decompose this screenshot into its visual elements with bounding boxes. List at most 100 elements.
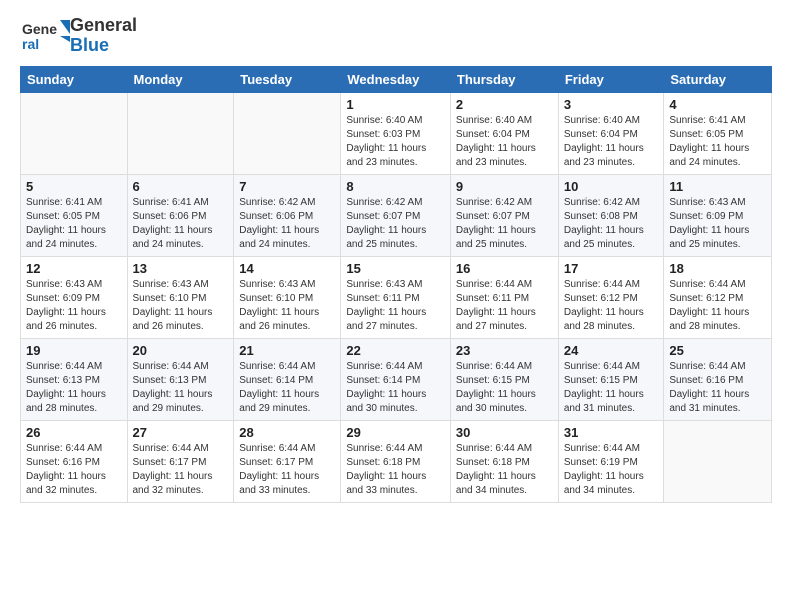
day-num-24: 24 (564, 343, 659, 358)
logo: Gene ral General Blue (20, 16, 137, 56)
day-num-16: 16 (456, 261, 553, 276)
day-num-4: 4 (669, 97, 766, 112)
logo-svg: Gene ral (20, 16, 70, 56)
day-info-8: Sunrise: 6:42 AMSunset: 6:07 PMDaylight:… (346, 196, 445, 252)
day-info-2: Sunrise: 6:40 AMSunset: 6:04 PMDaylight:… (456, 114, 553, 170)
day-info-4: Sunrise: 6:41 AMSunset: 6:05 PMDaylight:… (669, 114, 766, 170)
day-num-1: 1 (346, 97, 445, 112)
day-info-17: Sunrise: 6:44 AMSunset: 6:12 PMDaylight:… (564, 278, 659, 334)
day-num-9: 9 (456, 179, 553, 194)
day-num-19: 19 (26, 343, 122, 358)
day-num-23: 23 (456, 343, 553, 358)
day-num-15: 15 (346, 261, 445, 276)
cell-w0-d4: 2 Sunrise: 6:40 AMSunset: 6:04 PMDaylight… (450, 93, 558, 175)
cell-w2-d4: 16 Sunrise: 6:44 AMSunset: 6:11 PMDayligh… (450, 257, 558, 339)
cell-w4-d3: 29 Sunrise: 6:44 AMSunset: 6:18 PMDayligh… (341, 421, 451, 503)
svg-text:ral: ral (22, 36, 39, 52)
day-num-25: 25 (669, 343, 766, 358)
week-row-4: 26 Sunrise: 6:44 AMSunset: 6:16 PMDayligh… (21, 421, 772, 503)
cell-w1-d5: 10 Sunrise: 6:42 AMSunset: 6:08 PMDayligh… (558, 175, 664, 257)
day-info-5: Sunrise: 6:41 AMSunset: 6:05 PMDaylight:… (26, 196, 122, 252)
cell-w3-d3: 22 Sunrise: 6:44 AMSunset: 6:14 PMDayligh… (341, 339, 451, 421)
day-info-24: Sunrise: 6:44 AMSunset: 6:15 PMDaylight:… (564, 360, 659, 416)
day-num-11: 11 (669, 179, 766, 194)
day-info-15: Sunrise: 6:43 AMSunset: 6:11 PMDaylight:… (346, 278, 445, 334)
week-row-0: 1 Sunrise: 6:40 AMSunset: 6:03 PMDaylight… (21, 93, 772, 175)
cell-w1-d6: 11Sunrise: 6:43 AMSunset: 6:09 PMDayligh… (664, 175, 772, 257)
day-info-27: Sunrise: 6:44 AMSunset: 6:17 PMDaylight:… (133, 442, 229, 498)
cell-w0-d3: 1 Sunrise: 6:40 AMSunset: 6:03 PMDaylight… (341, 93, 451, 175)
day-info-31: Sunrise: 6:44 AMSunset: 6:19 PMDaylight:… (564, 442, 659, 498)
day-num-28: 28 (239, 425, 335, 440)
cell-w2-d0: 12 Sunrise: 6:43 AMSunset: 6:09 PMDayligh… (21, 257, 128, 339)
cell-w2-d6: 18Sunrise: 6:44 AMSunset: 6:12 PMDayligh… (664, 257, 772, 339)
day-num-30: 30 (456, 425, 553, 440)
day-info-14: Sunrise: 6:43 AMSunset: 6:10 PMDaylight:… (239, 278, 335, 334)
day-info-10: Sunrise: 6:42 AMSunset: 6:08 PMDaylight:… (564, 196, 659, 252)
cell-w0-d5: 3 Sunrise: 6:40 AMSunset: 6:04 PMDaylight… (558, 93, 664, 175)
header-sunday: Sunday (21, 67, 128, 93)
day-info-1: Sunrise: 6:40 AMSunset: 6:03 PMDaylight:… (346, 114, 445, 170)
day-info-6: Sunrise: 6:41 AMSunset: 6:06 PMDaylight:… (133, 196, 229, 252)
day-info-3: Sunrise: 6:40 AMSunset: 6:04 PMDaylight:… (564, 114, 659, 170)
cell-w3-d5: 24 Sunrise: 6:44 AMSunset: 6:15 PMDayligh… (558, 339, 664, 421)
day-info-22: Sunrise: 6:44 AMSunset: 6:14 PMDaylight:… (346, 360, 445, 416)
day-info-26: Sunrise: 6:44 AMSunset: 6:16 PMDaylight:… (26, 442, 122, 498)
cell-w2-d2: 14Sunrise: 6:43 AMSunset: 6:10 PMDayligh… (234, 257, 341, 339)
day-num-3: 3 (564, 97, 659, 112)
day-num-17: 17 (564, 261, 659, 276)
day-num-7: 7 (239, 179, 335, 194)
cell-w3-d0: 19 Sunrise: 6:44 AMSunset: 6:13 PMDayligh… (21, 339, 128, 421)
day-num-20: 20 (133, 343, 229, 358)
day-info-21: Sunrise: 6:44 AMSunset: 6:14 PMDaylight:… (239, 360, 335, 416)
day-info-29: Sunrise: 6:44 AMSunset: 6:18 PMDaylight:… (346, 442, 445, 498)
cell-w0-d1 (127, 93, 234, 175)
cell-w2-d5: 17 Sunrise: 6:44 AMSunset: 6:12 PMDayligh… (558, 257, 664, 339)
cell-w1-d0: 5Sunrise: 6:41 AMSunset: 6:05 PMDaylight… (21, 175, 128, 257)
cell-w4-d1: 27 Sunrise: 6:44 AMSunset: 6:17 PMDayligh… (127, 421, 234, 503)
header-wednesday: Wednesday (341, 67, 451, 93)
header-tuesday: Tuesday (234, 67, 341, 93)
day-info-12: Sunrise: 6:43 AMSunset: 6:09 PMDaylight:… (26, 278, 122, 334)
day-num-8: 8 (346, 179, 445, 194)
logo-general-text: General (70, 16, 137, 36)
day-num-29: 29 (346, 425, 445, 440)
page: Gene ral General Blue Sunday Monday Tues… (0, 0, 792, 612)
cell-w4-d6 (664, 421, 772, 503)
week-row-1: 5Sunrise: 6:41 AMSunset: 6:05 PMDaylight… (21, 175, 772, 257)
logo-blue-text: Blue (70, 36, 137, 56)
header-saturday: Saturday (664, 67, 772, 93)
day-info-19: Sunrise: 6:44 AMSunset: 6:13 PMDaylight:… (26, 360, 122, 416)
day-num-13: 13 (133, 261, 229, 276)
cell-w4-d5: 31Sunrise: 6:44 AMSunset: 6:19 PMDayligh… (558, 421, 664, 503)
day-num-18: 18 (669, 261, 766, 276)
day-num-6: 6 (133, 179, 229, 194)
cell-w1-d3: 8 Sunrise: 6:42 AMSunset: 6:07 PMDaylight… (341, 175, 451, 257)
day-num-27: 27 (133, 425, 229, 440)
header-thursday: Thursday (450, 67, 558, 93)
calendar-table: Sunday Monday Tuesday Wednesday Thursday… (20, 66, 772, 503)
cell-w3-d1: 20 Sunrise: 6:44 AMSunset: 6:13 PMDayligh… (127, 339, 234, 421)
day-num-22: 22 (346, 343, 445, 358)
day-num-12: 12 (26, 261, 122, 276)
day-num-2: 2 (456, 97, 553, 112)
svg-text:Gene: Gene (22, 21, 57, 37)
day-info-16: Sunrise: 6:44 AMSunset: 6:11 PMDaylight:… (456, 278, 553, 334)
cell-w2-d1: 13Sunrise: 6:43 AMSunset: 6:10 PMDayligh… (127, 257, 234, 339)
day-info-20: Sunrise: 6:44 AMSunset: 6:13 PMDaylight:… (133, 360, 229, 416)
day-info-23: Sunrise: 6:44 AMSunset: 6:15 PMDaylight:… (456, 360, 553, 416)
week-row-3: 19 Sunrise: 6:44 AMSunset: 6:13 PMDayligh… (21, 339, 772, 421)
day-num-10: 10 (564, 179, 659, 194)
cell-w4-d4: 30 Sunrise: 6:44 AMSunset: 6:18 PMDayligh… (450, 421, 558, 503)
logo-text: General Blue (70, 16, 137, 56)
cell-w3-d6: 25 Sunrise: 6:44 AMSunset: 6:16 PMDayligh… (664, 339, 772, 421)
cell-w2-d3: 15 Sunrise: 6:43 AMSunset: 6:11 PMDayligh… (341, 257, 451, 339)
day-info-25: Sunrise: 6:44 AMSunset: 6:16 PMDaylight:… (669, 360, 766, 416)
day-info-30: Sunrise: 6:44 AMSunset: 6:18 PMDaylight:… (456, 442, 553, 498)
cell-w0-d0 (21, 93, 128, 175)
weekday-header-row: Sunday Monday Tuesday Wednesday Thursday… (21, 67, 772, 93)
cell-w1-d1: 6 Sunrise: 6:41 AMSunset: 6:06 PMDaylight… (127, 175, 234, 257)
day-num-21: 21 (239, 343, 335, 358)
day-num-26: 26 (26, 425, 122, 440)
header-monday: Monday (127, 67, 234, 93)
